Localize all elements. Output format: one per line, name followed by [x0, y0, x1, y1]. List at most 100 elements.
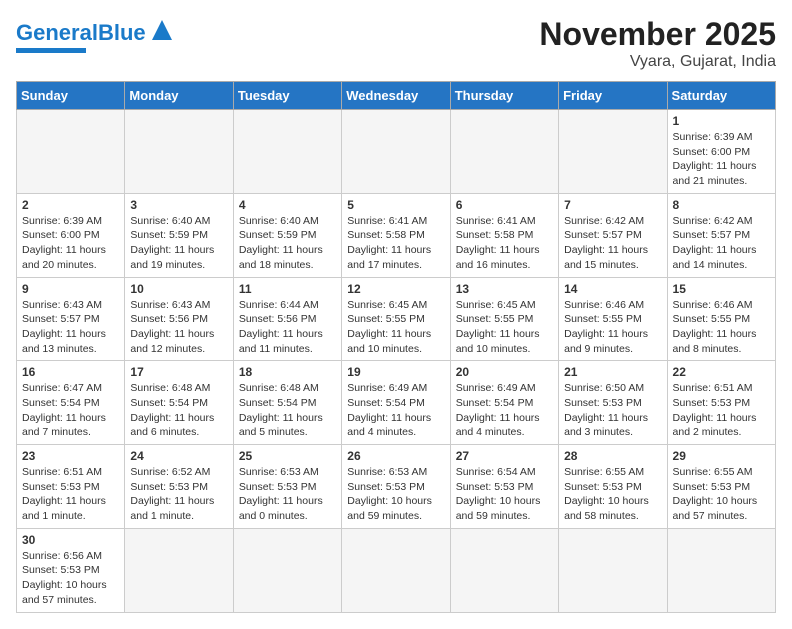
weekday-header-thursday: Thursday	[450, 82, 558, 110]
calendar-cell: 20 Sunrise: 6:49 AMSunset: 5:54 PMDayligh…	[450, 361, 558, 445]
calendar-cell: 25 Sunrise: 6:53 AMSunset: 5:53 PMDayligh…	[233, 445, 341, 529]
day-info: Sunrise: 6:46 AMSunset: 5:55 PMDaylight:…	[564, 298, 661, 357]
calendar-cell	[342, 110, 450, 194]
day-info: Sunrise: 6:43 AMSunset: 5:56 PMDaylight:…	[130, 298, 227, 357]
logo-text: GeneralBlue	[16, 20, 146, 46]
day-info: Sunrise: 6:45 AMSunset: 5:55 PMDaylight:…	[347, 298, 444, 357]
calendar-cell: 27 Sunrise: 6:54 AMSunset: 5:53 PMDayligh…	[450, 445, 558, 529]
calendar-cell: 21 Sunrise: 6:50 AMSunset: 5:53 PMDayligh…	[559, 361, 667, 445]
calendar-body: 1 Sunrise: 6:39 AMSunset: 6:00 PMDaylight…	[17, 110, 776, 613]
calendar-cell	[559, 528, 667, 612]
calendar-header: SundayMondayTuesdayWednesdayThursdayFrid…	[17, 82, 776, 110]
calendar-cell: 16 Sunrise: 6:47 AMSunset: 5:54 PMDayligh…	[17, 361, 125, 445]
day-number: 27	[456, 449, 553, 463]
day-number: 20	[456, 365, 553, 379]
logo: GeneralBlue	[16, 16, 176, 53]
calendar-cell	[233, 528, 341, 612]
calendar-week-row: 9 Sunrise: 6:43 AMSunset: 5:57 PMDaylight…	[17, 277, 776, 361]
day-info: Sunrise: 6:55 AMSunset: 5:53 PMDaylight:…	[564, 465, 661, 524]
weekday-header-wednesday: Wednesday	[342, 82, 450, 110]
day-number: 23	[22, 449, 119, 463]
day-info: Sunrise: 6:47 AMSunset: 5:54 PMDaylight:…	[22, 381, 119, 440]
calendar-cell: 1 Sunrise: 6:39 AMSunset: 6:00 PMDaylight…	[667, 110, 775, 194]
day-number: 13	[456, 282, 553, 296]
day-number: 14	[564, 282, 661, 296]
day-number: 30	[22, 533, 119, 547]
day-info: Sunrise: 6:48 AMSunset: 5:54 PMDaylight:…	[130, 381, 227, 440]
day-number: 21	[564, 365, 661, 379]
day-info: Sunrise: 6:41 AMSunset: 5:58 PMDaylight:…	[347, 214, 444, 273]
calendar-cell: 10 Sunrise: 6:43 AMSunset: 5:56 PMDayligh…	[125, 277, 233, 361]
day-info: Sunrise: 6:56 AMSunset: 5:53 PMDaylight:…	[22, 549, 119, 608]
day-number: 7	[564, 198, 661, 212]
day-info: Sunrise: 6:53 AMSunset: 5:53 PMDaylight:…	[239, 465, 336, 524]
calendar-cell: 13 Sunrise: 6:45 AMSunset: 5:55 PMDayligh…	[450, 277, 558, 361]
calendar-cell: 19Sunrise: 6:49 AMSunset: 5:54 PMDayligh…	[342, 361, 450, 445]
day-info: Sunrise: 6:51 AMSunset: 5:53 PMDaylight:…	[673, 381, 770, 440]
day-number: 11	[239, 282, 336, 296]
logo-blue: Blue	[98, 20, 146, 45]
calendar-cell: 4 Sunrise: 6:40 AMSunset: 5:59 PMDaylight…	[233, 193, 341, 277]
day-info: Sunrise: 6:45 AMSunset: 5:55 PMDaylight:…	[456, 298, 553, 357]
day-info: Sunrise: 6:53 AMSunset: 5:53 PMDaylight:…	[347, 465, 444, 524]
calendar-cell: 17Sunrise: 6:48 AMSunset: 5:54 PMDayligh…	[125, 361, 233, 445]
calendar-cell: 26Sunrise: 6:53 AMSunset: 5:53 PMDayligh…	[342, 445, 450, 529]
calendar-week-row: 30 Sunrise: 6:56 AMSunset: 5:53 PMDayligh…	[17, 528, 776, 612]
location-subtitle: Vyara, Gujarat, India	[539, 53, 776, 71]
weekday-header-friday: Friday	[559, 82, 667, 110]
day-info: Sunrise: 6:54 AMSunset: 5:53 PMDaylight:…	[456, 465, 553, 524]
day-info: Sunrise: 6:50 AMSunset: 5:53 PMDaylight:…	[564, 381, 661, 440]
day-number: 22	[673, 365, 770, 379]
day-number: 24	[130, 449, 227, 463]
day-number: 28	[564, 449, 661, 463]
day-number: 9	[22, 282, 119, 296]
calendar-cell: 14 Sunrise: 6:46 AMSunset: 5:55 PMDayligh…	[559, 277, 667, 361]
day-number: 4	[239, 198, 336, 212]
day-number: 2	[22, 198, 119, 212]
day-number: 18	[239, 365, 336, 379]
calendar-cell: 28 Sunrise: 6:55 AMSunset: 5:53 PMDayligh…	[559, 445, 667, 529]
calendar-cell	[125, 528, 233, 612]
calendar-cell: 12 Sunrise: 6:45 AMSunset: 5:55 PMDayligh…	[342, 277, 450, 361]
calendar-cell: 24 Sunrise: 6:52 AMSunset: 5:53 PMDayligh…	[125, 445, 233, 529]
calendar-cell: 6Sunrise: 6:41 AMSunset: 5:58 PMDaylight…	[450, 193, 558, 277]
day-info: Sunrise: 6:44 AMSunset: 5:56 PMDaylight:…	[239, 298, 336, 357]
day-info: Sunrise: 6:40 AMSunset: 5:59 PMDaylight:…	[130, 214, 227, 273]
day-number: 12	[347, 282, 444, 296]
logo-icon	[148, 16, 176, 44]
calendar-cell: 23Sunrise: 6:51 AMSunset: 5:53 PMDayligh…	[17, 445, 125, 529]
day-number: 3	[130, 198, 227, 212]
day-number: 25	[239, 449, 336, 463]
logo-general: General	[16, 20, 98, 45]
day-number: 16	[22, 365, 119, 379]
month-year-title: November 2025	[539, 16, 776, 53]
calendar-cell: 22 Sunrise: 6:51 AMSunset: 5:53 PMDayligh…	[667, 361, 775, 445]
day-info: Sunrise: 6:48 AMSunset: 5:54 PMDaylight:…	[239, 381, 336, 440]
day-number: 1	[673, 114, 770, 128]
calendar-cell	[17, 110, 125, 194]
day-number: 10	[130, 282, 227, 296]
calendar-cell	[450, 110, 558, 194]
day-info: Sunrise: 6:49 AMSunset: 5:54 PMDaylight:…	[456, 381, 553, 440]
calendar-week-row: 23Sunrise: 6:51 AMSunset: 5:53 PMDayligh…	[17, 445, 776, 529]
day-info: Sunrise: 6:39 AMSunset: 6:00 PMDaylight:…	[673, 130, 770, 189]
calendar-cell	[559, 110, 667, 194]
day-info: Sunrise: 6:43 AMSunset: 5:57 PMDaylight:…	[22, 298, 119, 357]
calendar-cell: 3 Sunrise: 6:40 AMSunset: 5:59 PMDaylight…	[125, 193, 233, 277]
calendar-table: SundayMondayTuesdayWednesdayThursdayFrid…	[16, 81, 776, 613]
day-info: Sunrise: 6:42 AMSunset: 5:57 PMDaylight:…	[673, 214, 770, 273]
calendar-cell: 2Sunrise: 6:39 AMSunset: 6:00 PMDaylight…	[17, 193, 125, 277]
day-info: Sunrise: 6:52 AMSunset: 5:53 PMDaylight:…	[130, 465, 227, 524]
calendar-cell	[667, 528, 775, 612]
calendar-cell: 9 Sunrise: 6:43 AMSunset: 5:57 PMDaylight…	[17, 277, 125, 361]
day-info: Sunrise: 6:41 AMSunset: 5:58 PMDaylight:…	[456, 214, 553, 273]
day-info: Sunrise: 6:40 AMSunset: 5:59 PMDaylight:…	[239, 214, 336, 273]
calendar-week-row: 1 Sunrise: 6:39 AMSunset: 6:00 PMDaylight…	[17, 110, 776, 194]
calendar-cell	[233, 110, 341, 194]
day-info: Sunrise: 6:49 AMSunset: 5:54 PMDaylight:…	[347, 381, 444, 440]
weekday-row: SundayMondayTuesdayWednesdayThursdayFrid…	[17, 82, 776, 110]
calendar-cell	[125, 110, 233, 194]
weekday-header-monday: Monday	[125, 82, 233, 110]
weekday-header-tuesday: Tuesday	[233, 82, 341, 110]
day-number: 8	[673, 198, 770, 212]
